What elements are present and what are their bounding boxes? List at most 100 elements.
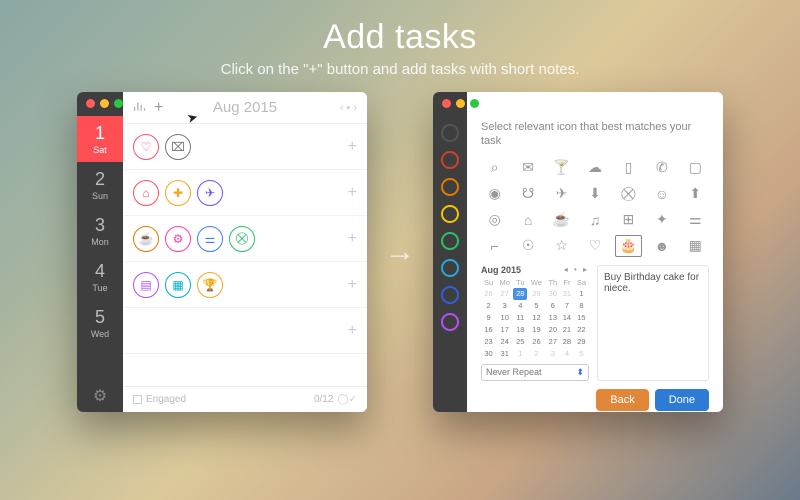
heart-task[interactable]: ♡ <box>133 134 159 160</box>
zoom-icon[interactable] <box>470 99 479 108</box>
cup-icon[interactable]: ☕ <box>548 209 575 231</box>
mini-calendar[interactable]: Aug 2015 ◂ • ▸ SuMoTuWeThFrSa26272829303… <box>481 265 589 381</box>
icon-grid: ⌕ ✉ 🍸 ☁ ▯ ✆ ▢ ◉ ☋ ✈ ⬇ ⛒ ☺ ⬆ ◎ ⌂ ☕ ♫ ⊞ ✦ ⚌ ⌐ ☉ ☆ ♡ 🎂 ☻ ▦ <box>481 157 709 257</box>
bulb-icon[interactable]: ☉ <box>514 235 541 257</box>
med-task[interactable]: ✚ <box>165 180 191 206</box>
task-row: ▤▦🏆 + <box>123 262 367 308</box>
sidebar-day[interactable]: 3Mon <box>77 208 123 254</box>
camera-icon[interactable]: ⌕ <box>481 157 508 179</box>
task-row: + <box>123 308 367 354</box>
cake-icon[interactable]: 🎂 <box>615 235 642 257</box>
grid-icon[interactable]: ▦ <box>682 235 709 257</box>
add-task-button[interactable]: + <box>348 184 357 202</box>
add-task-button[interactable]: + <box>348 230 357 248</box>
color-swatch[interactable] <box>441 205 459 223</box>
cart-task[interactable]: ⛒ <box>229 226 255 252</box>
icon-prompt: Select relevant icon that best matches y… <box>481 120 709 149</box>
calendar-task[interactable]: ▦ <box>165 272 191 298</box>
monitor-icon[interactable]: ▢ <box>682 157 709 179</box>
main-window: 1Sat2Sun3Mon4Tue5Wed ⚙ + Aug 2015 ‹ • › ➤… <box>77 92 367 412</box>
add-task-button[interactable]: + <box>348 322 357 340</box>
heart-icon[interactable]: ♡ <box>581 235 608 257</box>
zoom-icon[interactable] <box>114 99 123 108</box>
add-button[interactable]: + <box>154 99 163 117</box>
engaged-checkbox[interactable] <box>133 395 142 404</box>
webcam-icon[interactable]: ◉ <box>481 183 508 205</box>
close-icon[interactable] <box>86 99 95 108</box>
task-row: ⌂✚✈ + <box>123 170 367 216</box>
lamp-icon[interactable]: ⌐ <box>481 235 508 257</box>
task-count: 0/12 <box>314 394 333 405</box>
call-icon[interactable]: ✆ <box>648 157 675 179</box>
sidebar-day[interactable]: 2Sun <box>77 162 123 208</box>
cal-month-label: Aug 2015 <box>481 265 521 275</box>
repeat-select[interactable]: Never Repeat ⬍ <box>481 364 589 381</box>
upload-icon[interactable]: ⬆ <box>682 183 709 205</box>
eye-icon[interactable]: ◎ <box>481 209 508 231</box>
task-row: ☕⚙⚌⛒ + <box>123 216 367 262</box>
phone-icon[interactable]: ▯ <box>615 157 642 179</box>
color-swatch[interactable] <box>441 286 459 304</box>
sidebar-day[interactable]: 1Sat <box>77 116 123 162</box>
cart-icon[interactable]: ⛒ <box>615 183 642 205</box>
engaged-label: Engaged <box>146 394 186 405</box>
done-button[interactable]: Done <box>655 389 709 411</box>
arrow-icon: → <box>385 235 415 269</box>
dumbbell-task[interactable]: ⚌ <box>197 226 223 252</box>
dumbbell-icon[interactable]: ⚌ <box>682 209 709 231</box>
hero-subtitle: Click on the "+" button and add tasks wi… <box>0 61 800 78</box>
add-task-window: Select relevant icon that best matches y… <box>433 92 723 412</box>
stats-icon[interactable] <box>133 100 146 116</box>
repeat-value: Never Repeat <box>486 367 542 377</box>
chat-icon[interactable]: ☁ <box>581 157 608 179</box>
trophy-task[interactable]: 🏆 <box>197 272 223 298</box>
color-swatch[interactable] <box>441 151 459 169</box>
cal-nav[interactable]: ◂ • ▸ <box>564 265 589 274</box>
view-toggle-icon[interactable]: ‹ • › <box>340 102 357 114</box>
card-task[interactable]: ⌧ <box>165 134 191 160</box>
dropdown-icon: ⬍ <box>576 367 584 378</box>
task-row: ♡⌧ + <box>123 124 367 170</box>
people-icon[interactable]: ☋ <box>514 183 541 205</box>
color-swatch[interactable] <box>441 259 459 277</box>
traffic-lights <box>442 99 479 108</box>
cup-task[interactable]: ☕ <box>133 226 159 252</box>
footer: Engaged 0/12 ◯✓ <box>123 386 367 412</box>
gear-icon[interactable]: ⚙ <box>77 380 123 412</box>
run-icon[interactable]: ✦ <box>648 209 675 231</box>
color-swatch[interactable] <box>441 313 459 331</box>
color-swatch[interactable] <box>441 232 459 250</box>
star-icon[interactable]: ☆ <box>548 235 575 257</box>
user-icon[interactable]: ☺ <box>648 183 675 205</box>
user2-icon[interactable]: ☻ <box>648 235 675 257</box>
sidebar-day[interactable]: 4Tue <box>77 254 123 300</box>
note-input[interactable]: Buy Birthday cake for niece. <box>597 265 709 381</box>
color-swatch[interactable] <box>441 124 459 142</box>
mail-icon[interactable]: ✉ <box>514 157 541 179</box>
home-task[interactable]: ⌂ <box>133 180 159 206</box>
back-button[interactable]: Back <box>596 389 648 411</box>
day-sidebar: 1Sat2Sun3Mon4Tue5Wed ⚙ <box>77 92 123 412</box>
minimize-icon[interactable] <box>456 99 465 108</box>
minimize-icon[interactable] <box>100 99 109 108</box>
hero-title: Add tasks <box>0 18 800 57</box>
add-task-button[interactable]: + <box>348 138 357 156</box>
download-icon[interactable]: ⬇ <box>581 183 608 205</box>
clipboard-task[interactable]: ▤ <box>133 272 159 298</box>
color-sidebar <box>433 92 467 412</box>
music-icon[interactable]: ♫ <box>581 209 608 231</box>
close-icon[interactable] <box>442 99 451 108</box>
task-rows: ♡⌧ + ⌂✚✈ + ☕⚙⚌⛒ + ▤▦🏆 + + <box>123 124 367 386</box>
color-swatch[interactable] <box>441 178 459 196</box>
sidebar-day[interactable]: 5Wed <box>77 300 123 346</box>
traffic-lights <box>86 99 123 108</box>
check-all-icon[interactable]: ◯✓ <box>337 394 357 405</box>
plane-icon[interactable]: ✈ <box>548 183 575 205</box>
gift-icon[interactable]: ⊞ <box>615 209 642 231</box>
plane-task[interactable]: ✈ <box>197 180 223 206</box>
add-task-button[interactable]: + <box>348 276 357 294</box>
home-icon[interactable]: ⌂ <box>514 209 541 231</box>
bike-task[interactable]: ⚙ <box>165 226 191 252</box>
cocktail-icon[interactable]: 🍸 <box>548 157 575 179</box>
toolbar: + Aug 2015 ‹ • › ➤ <box>123 92 367 124</box>
